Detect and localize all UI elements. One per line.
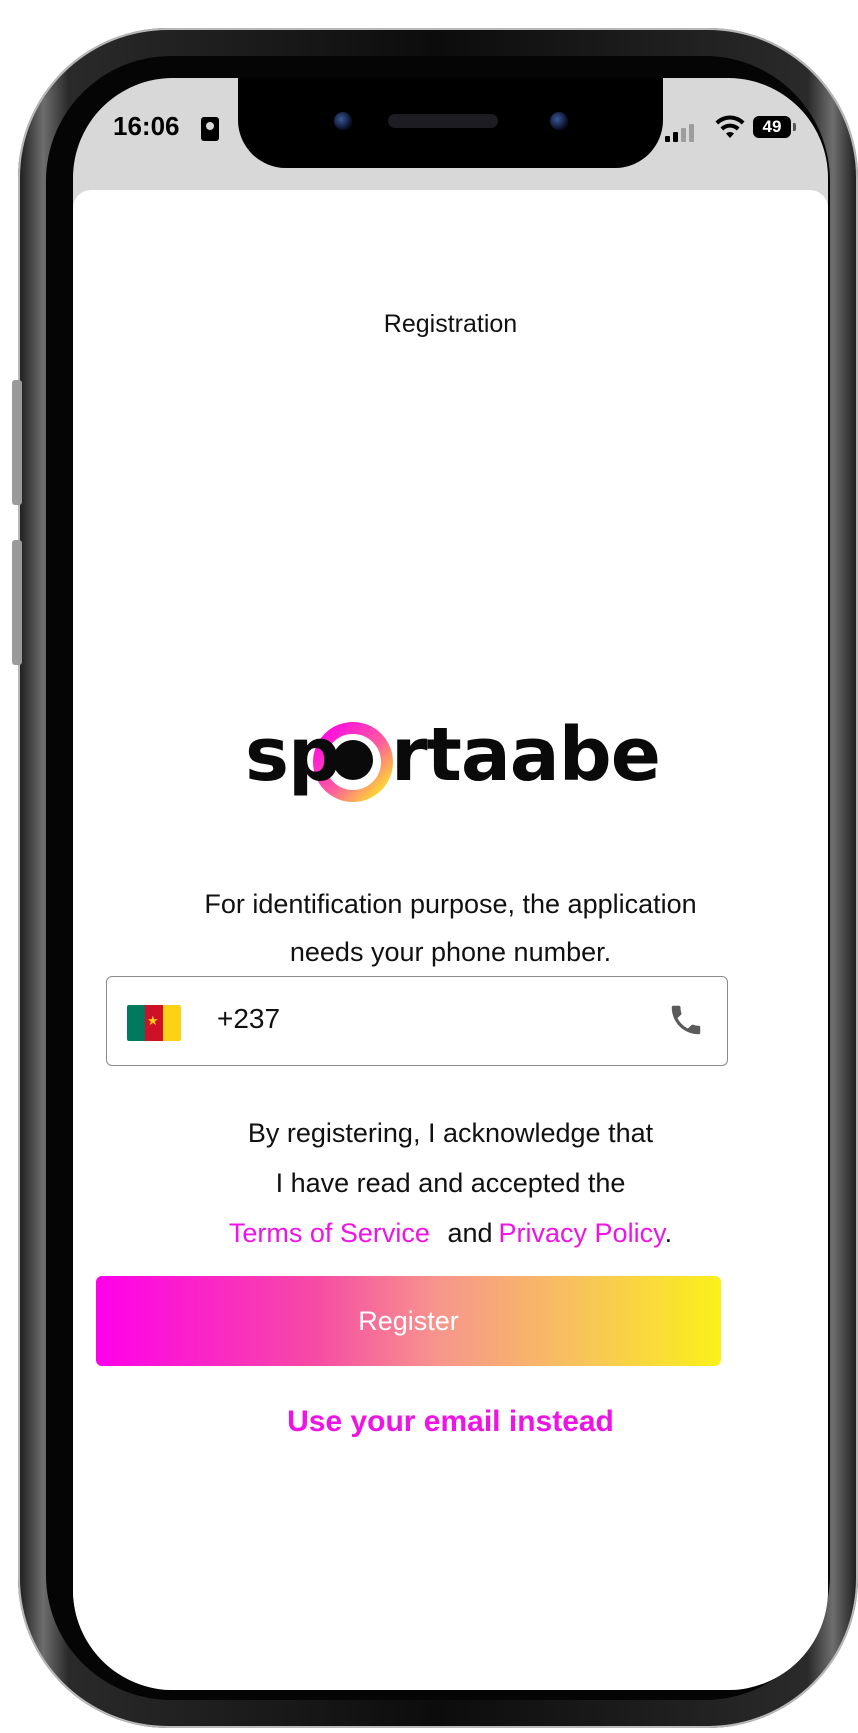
registration-screen: Registration sp rtaabe For identificatio… — [73, 190, 828, 1690]
status-time: 16:06 — [113, 111, 180, 141]
speaker-grille — [388, 114, 498, 128]
page-title: Registration — [383, 310, 518, 338]
volume-down-button — [12, 540, 22, 665]
intro-text: For identification purpose, the applicat… — [133, 880, 768, 976]
front-camera-icon — [550, 112, 568, 130]
logo-text-left: sp — [245, 712, 341, 798]
cameroon-flag-icon[interactable] — [127, 1005, 181, 1041]
sportaabe-logo: sp rtaabe — [243, 690, 661, 840]
intro-line-2: needs your phone number. — [289, 937, 612, 967]
volume-up-button — [12, 380, 22, 505]
legal-notice: By registering, I acknowledge that I hav… — [133, 1108, 768, 1258]
intro-line-1: For identification purpose, the applicat… — [204, 889, 697, 919]
contact-card-icon — [201, 117, 219, 141]
phone-number-field[interactable]: +237 — [106, 976, 728, 1066]
phone-screen: 16:06 49 Registration sp rtaabe For iden… — [73, 78, 828, 1690]
notch — [238, 78, 663, 168]
device-mockup: 16:06 49 Registration sp rtaabe For iden… — [0, 0, 858, 1733]
status-bar: 16:06 49 — [73, 78, 828, 198]
and-text: and — [447, 1218, 493, 1248]
terms-of-service-link[interactable]: Terms of Service — [229, 1218, 430, 1248]
country-dial-code[interactable]: +237 — [217, 1003, 280, 1035]
legal-line-2: I have read and accepted the — [275, 1168, 626, 1198]
sensor-icon — [334, 112, 352, 130]
cellular-signal-icon — [665, 122, 705, 142]
use-email-link[interactable]: Use your email instead — [73, 1405, 828, 1439]
phone-icon — [671, 1005, 701, 1035]
legal-line-3: Terms of Service and Privacy Policy. — [133, 1208, 768, 1258]
battery-indicator: 49 — [753, 116, 796, 138]
register-button[interactable]: Register — [96, 1276, 721, 1366]
privacy-policy-link[interactable]: Privacy Policy — [499, 1218, 665, 1248]
logo-text-right: rtaabe — [391, 712, 661, 798]
period-text: . — [664, 1218, 673, 1248]
legal-line-1: By registering, I acknowledge that — [247, 1118, 654, 1148]
wifi-icon — [715, 115, 745, 138]
